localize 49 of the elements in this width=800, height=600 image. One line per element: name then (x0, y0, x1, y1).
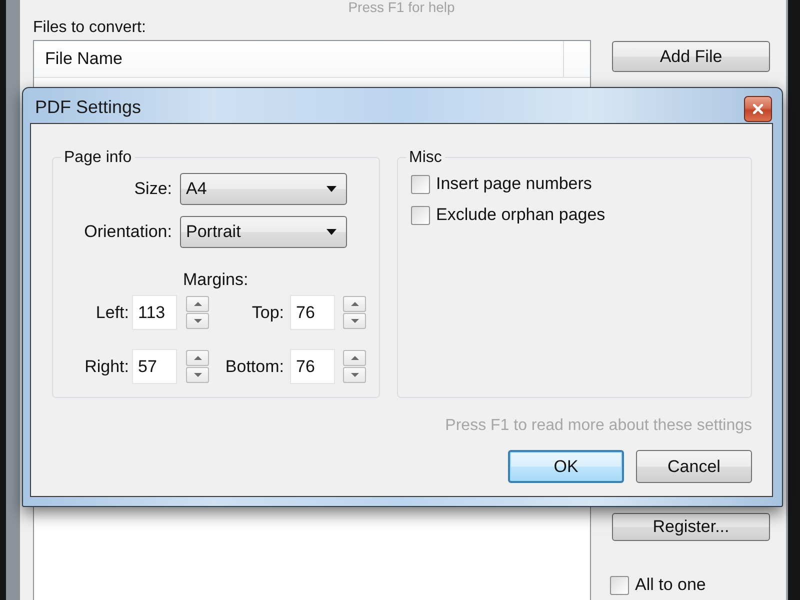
orientation-dropdown[interactable]: Portrait (180, 216, 347, 248)
spin-up-button[interactable] (186, 350, 209, 366)
margin-label: Left: (94, 302, 129, 322)
checkbox-label: All to one (635, 575, 706, 595)
spin-down-button[interactable] (186, 313, 209, 329)
margin-field[interactable]: 57 (132, 349, 177, 384)
dialog-title: PDF Settings (35, 96, 142, 118)
spin-down-button[interactable] (343, 313, 366, 329)
hint-text: Press F1 to read more about these settings (445, 416, 752, 436)
margin-field[interactable]: 76 (290, 349, 335, 384)
help-text: Press F1 for help (347, 0, 456, 15)
up-arrow-icon (194, 356, 202, 360)
down-arrow-icon (194, 319, 202, 323)
down-arrow-icon (194, 373, 202, 377)
checkbox[interactable] (411, 174, 430, 194)
files-label: Files to convert: (33, 18, 146, 38)
up-arrow-icon (350, 356, 358, 360)
checkbox-label: Exclude orphan pages (436, 205, 606, 225)
orientation-label: Orientation: (83, 222, 172, 242)
checkbox[interactable] (610, 576, 629, 594)
group-title: Misc (408, 148, 443, 167)
margin-label: Top: (250, 302, 284, 322)
up-arrow-icon (350, 302, 358, 306)
margin-field[interactable]: 76 (290, 295, 335, 330)
down-arrow-icon (350, 373, 358, 377)
caret-icon (326, 186, 337, 192)
down-arrow-icon (350, 319, 358, 323)
size-dropdown[interactable]: A4 (180, 173, 347, 205)
cancel-button[interactable]: Cancel (636, 450, 752, 483)
spin-up-button[interactable] (343, 350, 366, 366)
close-icon (753, 104, 763, 114)
margin-label: Bottom: (224, 356, 284, 376)
checkbox-label: Insert page numbers (436, 174, 592, 194)
register-button[interactable]: Register... (612, 513, 770, 541)
size-label: Size: (133, 179, 172, 199)
margins-label: Margins: (183, 270, 248, 290)
spin-up-button[interactable] (186, 296, 209, 312)
caret-icon (326, 229, 337, 235)
up-arrow-icon (194, 302, 202, 306)
group-title: Page info (63, 148, 133, 167)
spin-down-button[interactable] (343, 367, 366, 383)
ok-button[interactable]: OK (508, 450, 624, 483)
checkbox[interactable] (411, 206, 430, 224)
add-file-button[interactable]: Add File (612, 41, 770, 72)
close-button[interactable] (744, 96, 772, 122)
margin-field[interactable]: 113 (132, 295, 177, 330)
margin-label: Right: (84, 356, 129, 376)
spin-up-button[interactable] (343, 296, 366, 312)
spin-down-button[interactable] (186, 367, 209, 383)
